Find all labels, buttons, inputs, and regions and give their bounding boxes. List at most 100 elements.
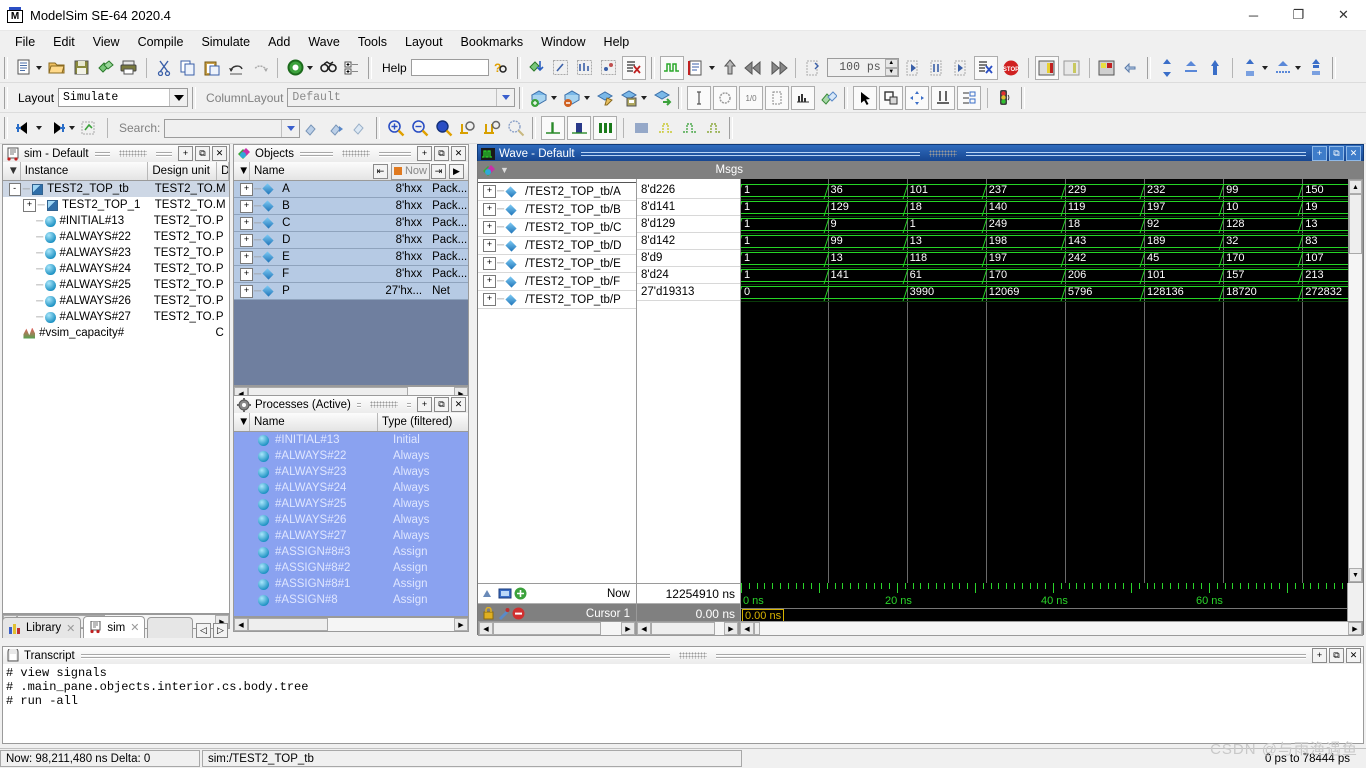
compile-all-dropdown-icon[interactable] — [307, 66, 313, 70]
sim-opt1-icon[interactable] — [550, 57, 572, 79]
remove-sim-icon[interactable] — [622, 56, 646, 80]
search-input[interactable] — [165, 121, 281, 136]
processes-col-type[interactable]: Type (filtered) — [378, 413, 468, 431]
sim-tree-row[interactable]: -─TEST2_TOP_tbTEST2_TO...M — [3, 181, 229, 197]
objects-filter-icon[interactable]: ▼ — [234, 162, 250, 180]
wave-filled-icon[interactable] — [567, 116, 591, 140]
wave-canvas-hscroll-right-icon[interactable]: ▶ — [1348, 622, 1362, 635]
add-signal-dropdown-icon[interactable] — [551, 96, 557, 100]
prev-transition-icon[interactable] — [13, 117, 35, 139]
objects-row[interactable]: +─E8'hxxPack... — [234, 249, 468, 266]
layout-grid-icon[interactable] — [1096, 57, 1118, 79]
zoom-mode-icon[interactable] — [879, 86, 903, 110]
sim-tree-row[interactable]: ─#ALWAYS#24TEST2_TO...P — [3, 261, 229, 277]
object-expander[interactable]: + — [240, 217, 253, 230]
processes-row[interactable]: #ASSIGN#8#1Assign — [234, 576, 468, 592]
wave-expander[interactable]: + — [483, 221, 496, 234]
analog-icon[interactable] — [791, 86, 815, 110]
compile-all-icon[interactable] — [284, 57, 306, 79]
wave-pattern-icon[interactable] — [630, 117, 652, 139]
remove-signal-icon[interactable] — [561, 87, 583, 109]
objects-row[interactable]: +─F8'hxxPack... — [234, 266, 468, 283]
tab-sim[interactable]: sim ✕ — [83, 616, 145, 638]
sim-tree-row[interactable]: ─#ALWAYS#23TEST2_TO...P — [3, 245, 229, 261]
insert-breakpoint-icon[interactable] — [713, 86, 737, 110]
transcript-add-button[interactable]: + — [1312, 648, 1327, 663]
objects-row[interactable]: +─A8'hxxPack... — [234, 181, 468, 198]
wave-step1-icon[interactable] — [654, 117, 676, 139]
tab-library[interactable]: Library ✕ — [2, 617, 81, 638]
wave-expander[interactable]: + — [483, 275, 496, 288]
objects-row[interactable]: +─P27'hx...Net — [234, 283, 468, 300]
apply-signal-icon[interactable] — [651, 87, 673, 109]
close-button[interactable]: ✕ — [1321, 0, 1366, 30]
menu-help[interactable]: Help — [595, 33, 639, 51]
wave-pane-undock-button[interactable]: ⧉ — [1329, 146, 1344, 161]
processes-row[interactable]: #ALWAYS#25Always — [234, 496, 468, 512]
objects-row[interactable]: +─C8'hxxPack... — [234, 215, 468, 232]
wave-expander[interactable]: + — [483, 293, 496, 306]
objects-next-icon[interactable]: ⇥ — [431, 164, 446, 179]
wave-canvas-hscroll-left-icon[interactable]: ◀ — [740, 622, 754, 635]
wave-signal-row[interactable]: +─/TEST2_TOP_tb/P — [478, 291, 636, 309]
next-transition-icon[interactable] — [46, 117, 68, 139]
tree-expander[interactable]: + — [23, 199, 35, 212]
sim-tree-row[interactable]: ─#ALWAYS#22TEST2_TO...P — [3, 229, 229, 245]
copy-icon[interactable] — [177, 57, 199, 79]
wave-canvas[interactable]: 1361012372292329915011291814011919710191… — [741, 179, 1363, 583]
processes-hscroll-left-icon[interactable]: ◀ — [234, 618, 248, 631]
wave-multi-icon[interactable] — [593, 116, 617, 140]
find-transition-icon[interactable] — [79, 117, 101, 139]
coverage2-icon[interactable] — [1061, 57, 1083, 79]
stop-icon[interactable]: STOP — [1000, 57, 1022, 79]
columnlayout-select[interactable]: Default — [287, 88, 515, 107]
objects-now-button[interactable]: Now — [391, 163, 430, 180]
search-all-icon[interactable] — [349, 117, 371, 139]
menu-view[interactable]: View — [84, 33, 129, 51]
pan-mode-icon[interactable] — [905, 86, 929, 110]
sim-filter-icon[interactable]: ▼ — [3, 162, 21, 180]
tab-library-close-icon[interactable]: ✕ — [66, 622, 75, 635]
tab-sim-close-icon[interactable]: ✕ — [130, 621, 139, 634]
transcript-undock-button[interactable]: ⧉ — [1329, 648, 1344, 663]
paste-icon[interactable] — [201, 57, 223, 79]
sim-tree-row[interactable]: ─#ALWAYS#25TEST2_TO...P — [3, 277, 229, 293]
objects-row[interactable]: +─D8'hxxPack... — [234, 232, 468, 249]
wave-expander[interactable]: + — [483, 239, 496, 252]
wave-pane-add-button[interactable]: + — [1312, 146, 1327, 161]
objects-row[interactable]: +─B8'hxxPack... — [234, 198, 468, 215]
wave-signal-row[interactable]: +─/TEST2_TOP_tb/D — [478, 237, 636, 255]
menu-add[interactable]: Add — [259, 33, 299, 51]
wave-signal-row[interactable]: +─/TEST2_TOP_tb/C — [478, 219, 636, 237]
wave-expander[interactable]: + — [483, 257, 496, 270]
processes-hscroll-right-icon[interactable]: ▶ — [454, 618, 468, 631]
wave-top-icon[interactable] — [1305, 57, 1327, 79]
object-expander[interactable]: + — [240, 234, 253, 247]
wave-signal-values[interactable]: 8'd2268'd1418'd1298'd1428'd98'd2427'd193… — [637, 179, 741, 583]
wave-timeline[interactable]: 0 ns20 ns40 ns60 ns 0.00 ns — [740, 583, 1363, 621]
menu-file[interactable]: File — [6, 33, 44, 51]
sim-tree-row[interactable]: ─#ALWAYS#26TEST2_TO...P — [3, 293, 229, 309]
wave-collapse-sel-icon[interactable] — [1272, 57, 1294, 79]
objects-pane-add-button[interactable]: + — [417, 146, 432, 161]
processes-pane-close-button[interactable]: ✕ — [451, 397, 466, 412]
objects-col-name[interactable]: Name — [250, 162, 373, 180]
run-all-icon[interactable] — [950, 57, 972, 79]
maximize-button[interactable]: ❐ — [1276, 0, 1321, 30]
open-icon[interactable] — [46, 57, 68, 79]
sim-pane-close-button[interactable]: ✕ — [212, 146, 227, 161]
wave-names-hscrollbar[interactable]: ◀ ▶ — [478, 621, 636, 636]
simulate-icon[interactable] — [526, 57, 548, 79]
menu-layout[interactable]: Layout — [396, 33, 452, 51]
cut-icon[interactable] — [153, 57, 175, 79]
context-help-icon[interactable]: ? — [490, 57, 512, 79]
sim-pane-undock-button[interactable]: ⧉ — [195, 146, 210, 161]
zoom-last-icon[interactable] — [505, 117, 527, 139]
run-up-icon[interactable] — [719, 57, 741, 79]
wave-signal-names[interactable]: +─/TEST2_TOP_tb/A+─/TEST2_TOP_tb/B+─/TES… — [478, 179, 637, 583]
wave-vscrollbar[interactable]: ▲ ▼ — [1348, 179, 1363, 583]
find-icon[interactable] — [317, 57, 339, 79]
wave-view-icon[interactable] — [660, 56, 684, 80]
zoom-cursor-icon[interactable] — [457, 117, 479, 139]
sim-opt3-icon[interactable] — [598, 57, 620, 79]
